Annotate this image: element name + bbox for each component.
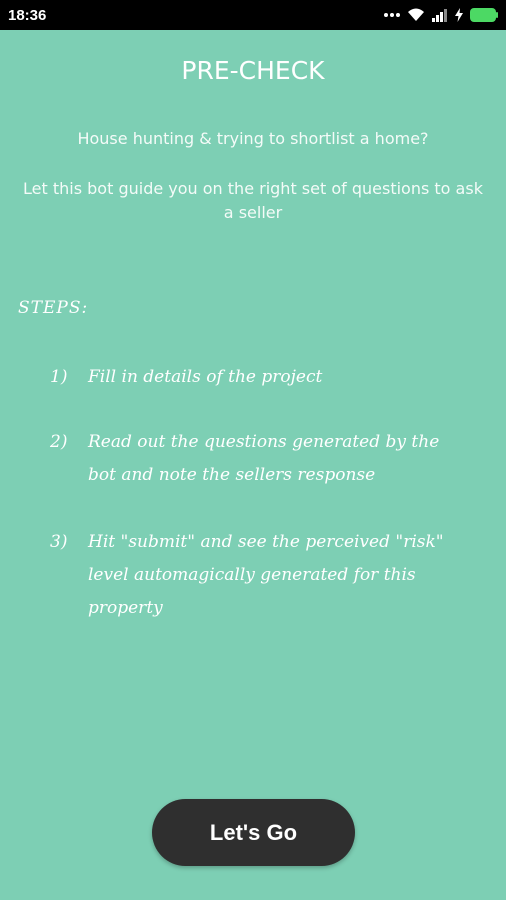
intro-question: House hunting & trying to shortlist a ho… [77, 129, 429, 148]
step-item: 1) Fill in details of the project [50, 361, 470, 394]
page-title: PRE-CHECK [181, 56, 325, 85]
battery-icon [470, 8, 498, 22]
status-icons [384, 8, 498, 22]
status-bar: 18:36 [0, 0, 506, 30]
step-number: 2) [50, 432, 68, 452]
signal-icon [432, 8, 448, 22]
step-item: 3) Hit "submit" and see the perceived "r… [50, 526, 470, 625]
step-text: Hit "submit" and see the perceived "risk… [88, 532, 444, 618]
step-item: 2) Read out the questions generated by t… [50, 426, 470, 492]
dots-icon [384, 12, 400, 18]
step-number: 1) [50, 367, 68, 387]
wifi-icon [407, 8, 425, 22]
steps-label: STEPS: [18, 298, 89, 318]
intro-description: Let this bot guide you on the right set … [23, 179, 483, 222]
step-text: Read out the questions generated by the … [88, 432, 440, 485]
lets-go-button[interactable]: Let's Go [152, 799, 355, 866]
step-number: 3) [50, 532, 68, 552]
step-text: Fill in details of the project [88, 367, 323, 387]
status-time: 18:36 [8, 6, 47, 24]
charging-icon [455, 8, 463, 22]
